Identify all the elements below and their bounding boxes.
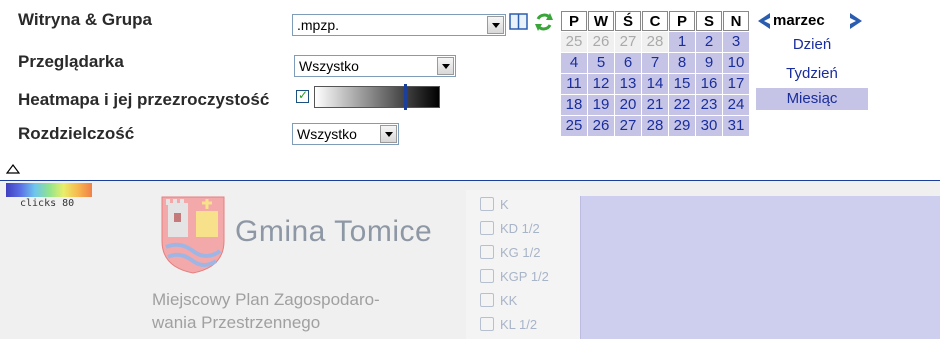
heatmap-checkbox[interactable] [296, 88, 309, 103]
calendar-header-cell: P [561, 11, 587, 31]
calendar-day-cell[interactable]: 18 [561, 95, 587, 115]
resolution-select[interactable]: Wszystko [292, 123, 399, 145]
chevron-right-icon[interactable] [848, 12, 864, 30]
calendar-day-cell[interactable]: 16 [696, 74, 722, 94]
collapse-triangle-icon[interactable] [6, 164, 20, 174]
layer-icon [480, 293, 494, 307]
calendar-day-cell[interactable]: 5 [588, 53, 614, 73]
month-label: marzec [773, 12, 825, 29]
calendar-day-cell[interactable]: 1 [669, 32, 695, 52]
calendar-day-cell[interactable]: 15 [669, 74, 695, 94]
coat-of-arms-icon [161, 196, 225, 274]
browser-select[interactable]: Wszystko [294, 55, 456, 77]
calendar-day-cell[interactable]: 9 [696, 53, 722, 73]
calendar-day-cell[interactable]: 8 [669, 53, 695, 73]
calendar-day-cell[interactable]: 26 [588, 116, 614, 136]
heatmap-legend-bar [6, 183, 92, 197]
calendar-day-cell[interactable]: 25 [561, 116, 587, 136]
calendar-day-cell[interactable]: 28 [642, 116, 668, 136]
heatmap-opacity-slider[interactable] [314, 86, 440, 108]
calendar-day-cell[interactable]: 2 [696, 32, 722, 52]
layer-icon [480, 245, 494, 259]
period-week[interactable]: Tydzień [756, 63, 868, 85]
chevron-left-icon[interactable] [756, 12, 772, 30]
resolution-label: Rozdzielczość [18, 124, 135, 143]
site-group-select[interactable]: .mpzp. [292, 14, 506, 36]
site-group-label: Witryna & Grupa [18, 10, 152, 29]
layer-label: KK [500, 293, 518, 308]
calendar-day-cell[interactable]: 7 [642, 53, 668, 73]
chevron-down-icon[interactable] [487, 16, 504, 34]
chevron-down-icon[interactable] [437, 57, 454, 75]
calendar-day-cell[interactable]: 31 [723, 116, 749, 136]
calendar-day-cell[interactable]: 27 [615, 116, 641, 136]
layer-label: KG 1/2 [500, 245, 541, 260]
month-nav: marzec [756, 11, 868, 32]
calendar-day-cell[interactable]: 13 [615, 74, 641, 94]
opacity-slider-handle[interactable] [404, 84, 407, 110]
calendar-day-cell[interactable]: 19 [588, 95, 614, 115]
calendar-day-cell[interactable]: 29 [669, 116, 695, 136]
layer-item[interactable]: KL 1/2 [480, 317, 537, 332]
plan-subtitle-line2: wania Przestrzennego [152, 313, 321, 332]
calendar-day-cell[interactable]: 22 [669, 95, 695, 115]
calendar-header-cell: W [588, 11, 614, 31]
layer-item[interactable]: KK [480, 293, 517, 308]
calendar-day-cell[interactable]: 14 [642, 74, 668, 94]
layer-icon [480, 221, 494, 235]
calendar-header-cell: N [723, 11, 749, 31]
calendar-day-cell[interactable]: 12 [588, 74, 614, 94]
calendar-header-cell: Ś [615, 11, 641, 31]
browser-label: Przeglądarka [18, 52, 124, 71]
calendar-day-cell[interactable]: 25 [561, 32, 587, 52]
calendar-day-cell[interactable]: 4 [561, 53, 587, 73]
refresh-icon[interactable] [533, 11, 555, 33]
layer-item[interactable]: KGP 1/2 [480, 269, 549, 284]
layer-item[interactable]: K [480, 197, 509, 212]
calendar-day-cell[interactable]: 20 [615, 95, 641, 115]
calendar-day-cell[interactable]: 11 [561, 74, 587, 94]
period-month[interactable]: Miesiąc [756, 88, 868, 110]
map-area[interactable] [580, 196, 940, 339]
calendar-day-cell[interactable]: 3 [723, 32, 749, 52]
calendar-header-cell: C [642, 11, 668, 31]
site-group-value: .mpzp. [297, 17, 340, 33]
calendar-day-cell[interactable]: 30 [696, 116, 722, 136]
layer-item[interactable]: KG 1/2 [480, 245, 540, 260]
calendar-day-cell[interactable]: 26 [588, 32, 614, 52]
layer-label: KGP 1/2 [500, 269, 549, 284]
layer-label: K [500, 197, 509, 212]
calendar-day-cell[interactable]: 28 [642, 32, 668, 52]
calendar-header-cell: S [696, 11, 722, 31]
period-day[interactable]: Dzień [756, 34, 868, 56]
heatmap-legend-label: clicks 80 [20, 198, 75, 209]
calendar-header-cell: P [669, 11, 695, 31]
calendar-day-cell[interactable]: 23 [696, 95, 722, 115]
logo-title: Gmina Tomice [235, 215, 433, 248]
chevron-down-icon[interactable] [380, 125, 397, 143]
calendar-day-cell[interactable]: 6 [615, 53, 641, 73]
calendar-day-cell[interactable]: 27 [615, 32, 641, 52]
calendar-day-cell[interactable]: 21 [642, 95, 668, 115]
layer-item[interactable]: KD 1/2 [480, 221, 540, 236]
resolution-value: Wszystko [297, 126, 357, 142]
layer-label: KL 1/2 [500, 317, 538, 332]
plan-subtitle: Miejscowy Plan Zagospodaro- wania Przest… [152, 288, 380, 334]
browser-value: Wszystko [299, 58, 359, 74]
layer-icon [480, 197, 494, 211]
layer-label: KD 1/2 [500, 221, 540, 236]
heatmap-label: Heatmapa i jej przezroczystość [18, 90, 270, 109]
calendar-day-cell[interactable]: 24 [723, 95, 749, 115]
calendar-day-cell[interactable]: 17 [723, 74, 749, 94]
plan-subtitle-line1: Miejscowy Plan Zagospodaro- [152, 290, 380, 309]
layer-icon [480, 269, 494, 283]
layer-icon [480, 317, 494, 331]
columns-icon[interactable] [509, 12, 529, 32]
calendar-day-cell[interactable]: 10 [723, 53, 749, 73]
